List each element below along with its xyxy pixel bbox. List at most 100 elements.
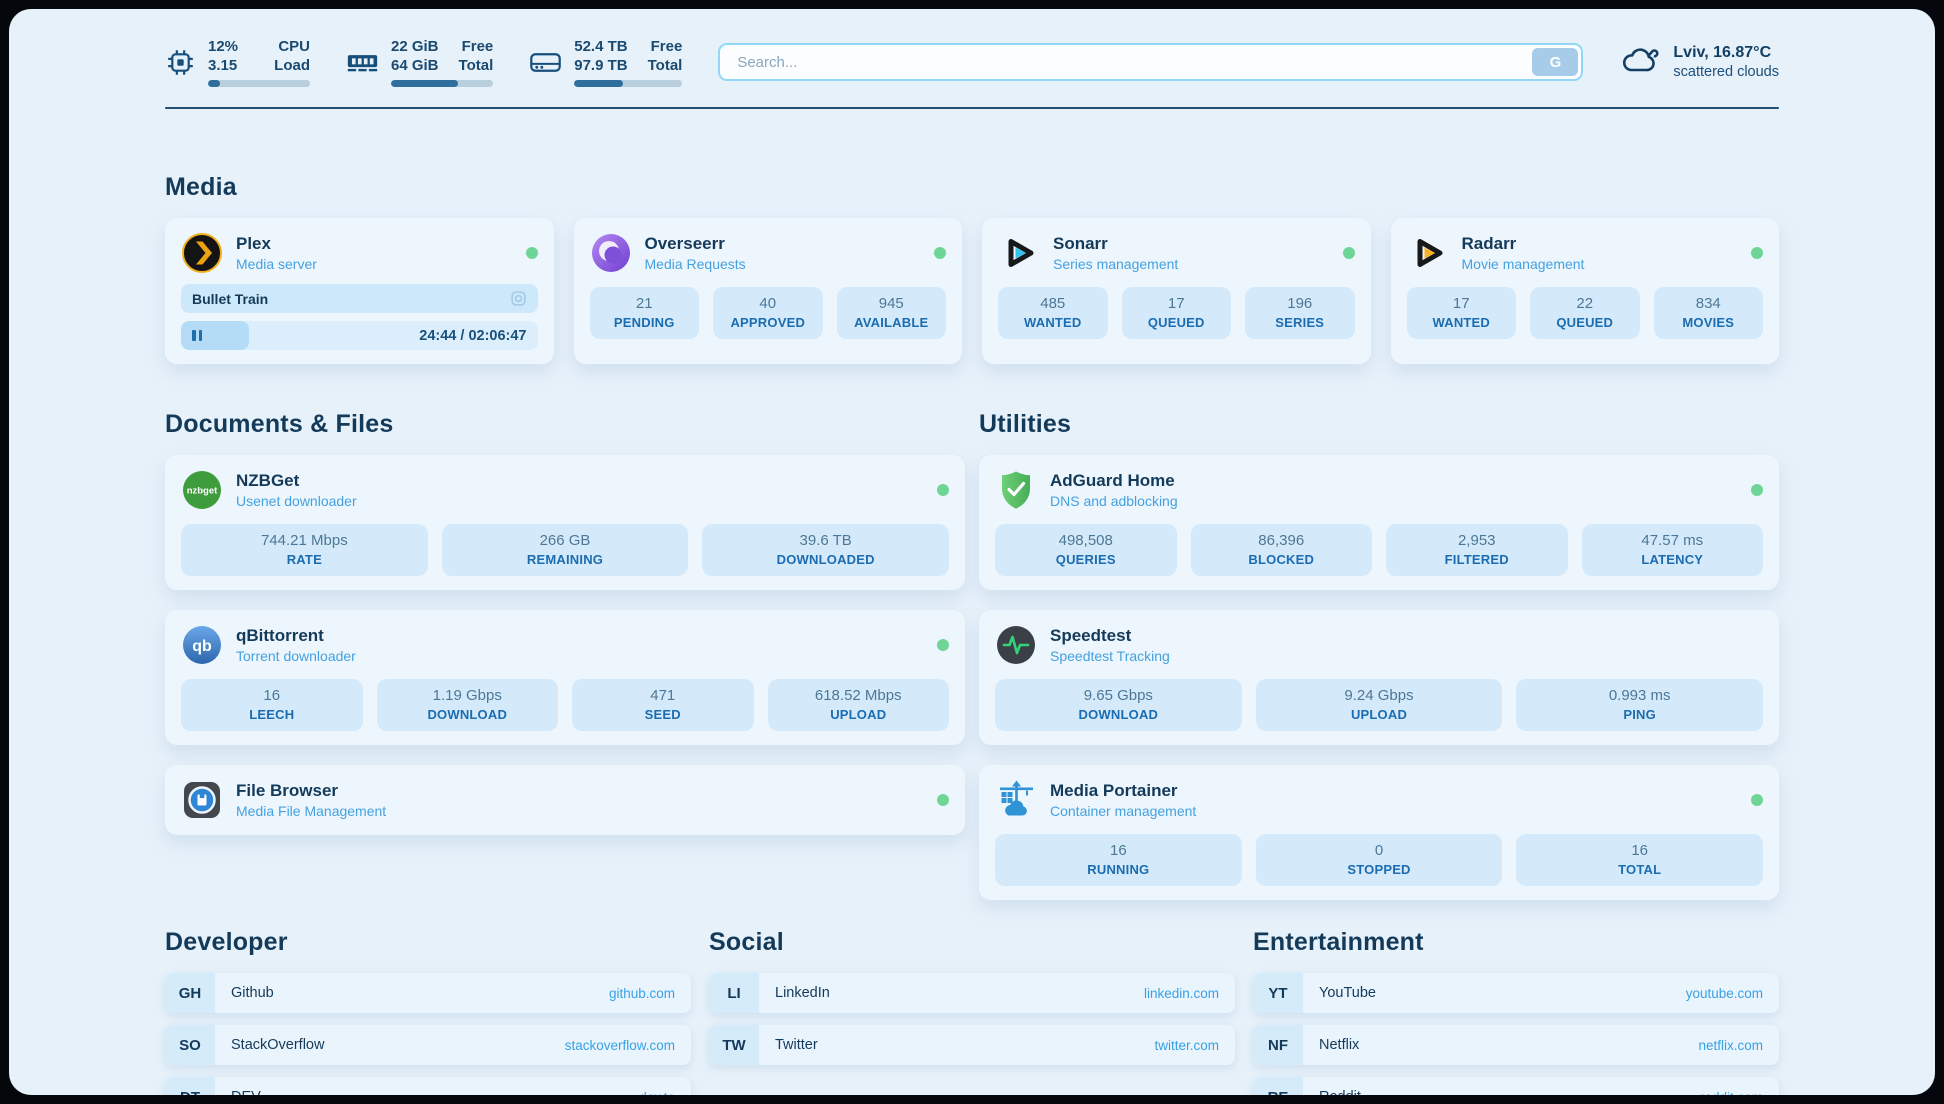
- disk-progress-track: [574, 80, 682, 87]
- stat-upload: 618.52 MbpsUPLOAD: [768, 679, 950, 731]
- section-title-documents: Documents & Files: [165, 410, 965, 439]
- disk-label-2: Total: [648, 56, 683, 75]
- qbittorrent-logo-icon: qb: [181, 624, 223, 666]
- memory-total-value: 64 GiB: [391, 56, 439, 75]
- app-subtitle: Torrent downloader: [236, 648, 356, 664]
- app-name: Speedtest: [1050, 626, 1170, 646]
- dashboard-page: 12% 3.15 CPU Load: [9, 9, 1935, 1095]
- card-overseerr[interactable]: Overseerr Media Requests 21PENDING 40APP…: [574, 218, 963, 364]
- section-title-social: Social: [709, 928, 1235, 957]
- weather-widget[interactable]: Lviv, 16.87°C scattered clouds: [1619, 43, 1779, 82]
- disk-total-value: 97.9 TB: [574, 56, 627, 75]
- stat-approved: 40APPROVED: [713, 287, 823, 339]
- stat-wanted: 485WANTED: [998, 287, 1108, 339]
- app-subtitle: Speedtest Tracking: [1050, 648, 1170, 664]
- bookmark-netflix[interactable]: NF Netflix netflix.com: [1253, 1025, 1779, 1065]
- radarr-logo-icon: [1407, 232, 1449, 274]
- stat-download: 1.19 GbpsDOWNLOAD: [377, 679, 559, 731]
- app-name: qBittorrent: [236, 626, 356, 646]
- documents-column: Documents & Files nzbget NZBGet Usenet d…: [165, 410, 965, 900]
- memory-progress-fill: [391, 80, 458, 87]
- bookmark-name: LinkedIn: [775, 985, 830, 1001]
- sonarr-logo-icon: [998, 232, 1040, 274]
- app-name: AdGuard Home: [1050, 471, 1178, 491]
- cpu-stat: 12% 3.15 CPU Load: [165, 37, 310, 87]
- search-input[interactable]: [723, 54, 1532, 71]
- status-dot: [526, 247, 538, 259]
- bookmark-dev[interactable]: DT DEV dev.to: [165, 1077, 691, 1095]
- status-dot: [937, 484, 949, 496]
- bookmark-url: linkedin.com: [1144, 986, 1219, 1001]
- stat-latency: 47.57 msLATENCY: [1582, 524, 1764, 576]
- cpu-progress-track: [208, 80, 310, 87]
- stat-downloaded: 39.6 TBDOWNLOADED: [702, 524, 949, 576]
- app-name: Plex: [236, 234, 317, 254]
- cpu-progress-fill: [208, 80, 220, 87]
- portainer-logo-icon: [995, 779, 1037, 821]
- search-engine-button[interactable]: G: [1532, 48, 1578, 76]
- card-portainer[interactable]: Media Portainer Container management 16R…: [979, 765, 1779, 900]
- section-title-entertainment: Entertainment: [1253, 928, 1779, 957]
- bookmark-name: Github: [231, 985, 274, 1001]
- card-plex[interactable]: Plex Media server Bullet Train 24:44 /: [165, 218, 554, 364]
- card-nzbget[interactable]: nzbget NZBGet Usenet downloader 744.21 M…: [165, 455, 965, 590]
- overseerr-logo-icon: [590, 232, 632, 274]
- stat-queued: 17QUEUED: [1122, 287, 1232, 339]
- bookmark-name: YouTube: [1319, 985, 1376, 1001]
- bookmark-reddit[interactable]: RE Reddit reddit.com: [1253, 1077, 1779, 1095]
- section-title-media: Media: [165, 173, 1779, 202]
- speedtest-logo-icon: [995, 624, 1037, 666]
- stat-rate: 744.21 MbpsRATE: [181, 524, 428, 576]
- card-filebrowser[interactable]: File Browser Media File Management: [165, 765, 965, 835]
- cloud-icon: [1619, 44, 1661, 81]
- pause-icon: [192, 330, 202, 341]
- bookmark-group-developer: Developer GH Github github.com SO StackO…: [165, 928, 691, 1095]
- status-dot: [1343, 247, 1355, 259]
- card-speedtest[interactable]: Speedtest Speedtest Tracking 9.65 GbpsDO…: [979, 610, 1779, 745]
- bookmark-group-social: Social LI LinkedIn linkedin.com TW Twitt…: [709, 928, 1235, 1095]
- app-name: Media Portainer: [1050, 781, 1196, 801]
- cpu-icon: [165, 47, 196, 78]
- stat-queued: 22QUEUED: [1530, 287, 1640, 339]
- memory-stat: 22 GiB 64 GiB Free Total: [346, 37, 493, 87]
- weather-location-temp: Lviv, 16.87°C: [1673, 43, 1779, 63]
- bookmark-abbr: DT: [165, 1077, 215, 1095]
- stat-remaining: 266 GBREMAINING: [442, 524, 689, 576]
- card-sonarr[interactable]: Sonarr Series management 485WANTED 17QUE…: [982, 218, 1371, 364]
- top-bar: 12% 3.15 CPU Load: [165, 37, 1779, 87]
- stat-wanted: 17WANTED: [1407, 287, 1517, 339]
- bookmark-twitter[interactable]: TW Twitter twitter.com: [709, 1025, 1235, 1065]
- app-name: Radarr: [1462, 234, 1585, 254]
- bookmark-stackoverflow[interactable]: SO StackOverflow stackoverflow.com: [165, 1025, 691, 1065]
- now-playing-media-icon[interactable]: [510, 290, 527, 307]
- card-adguard[interactable]: AdGuard Home DNS and adblocking 498,508Q…: [979, 455, 1779, 590]
- app-name: NZBGet: [236, 471, 357, 491]
- cpu-free-value: 12%: [208, 37, 238, 56]
- bookmark-youtube[interactable]: YT YouTube youtube.com: [1253, 973, 1779, 1013]
- bookmark-url: twitter.com: [1154, 1038, 1219, 1053]
- cpu-load-value: 3.15: [208, 56, 238, 75]
- app-subtitle: Series management: [1053, 256, 1178, 272]
- card-radarr[interactable]: Radarr Movie management 17WANTED 22QUEUE…: [1391, 218, 1780, 364]
- stat-seed: 471SEED: [572, 679, 754, 731]
- app-name: Sonarr: [1053, 234, 1178, 254]
- bookmark-linkedin[interactable]: LI LinkedIn linkedin.com: [709, 973, 1235, 1013]
- bookmark-abbr: GH: [165, 973, 215, 1013]
- app-subtitle: Movie management: [1462, 256, 1585, 272]
- bookmark-github[interactable]: GH Github github.com: [165, 973, 691, 1013]
- card-qbittorrent[interactable]: qb qBittorrent Torrent downloader 16LEEC…: [165, 610, 965, 745]
- bookmark-abbr: NF: [1253, 1025, 1303, 1065]
- now-playing-row: Bullet Train: [181, 284, 538, 313]
- app-name: File Browser: [236, 781, 386, 801]
- media-grid: Plex Media server Bullet Train 24:44 /: [165, 218, 1779, 364]
- stat-filtered: 2,953FILTERED: [1386, 524, 1568, 576]
- bookmark-url: youtube.com: [1686, 986, 1763, 1001]
- stat-ping: 0.993 msPING: [1516, 679, 1763, 731]
- memory-icon: [346, 50, 379, 75]
- bookmark-url: reddit.com: [1700, 1090, 1763, 1096]
- memory-label-2: Total: [459, 56, 494, 75]
- status-dot: [934, 247, 946, 259]
- bookmark-url: stackoverflow.com: [565, 1038, 675, 1053]
- app-subtitle: DNS and adblocking: [1050, 493, 1178, 509]
- stat-upload: 9.24 GbpsUPLOAD: [1256, 679, 1503, 731]
